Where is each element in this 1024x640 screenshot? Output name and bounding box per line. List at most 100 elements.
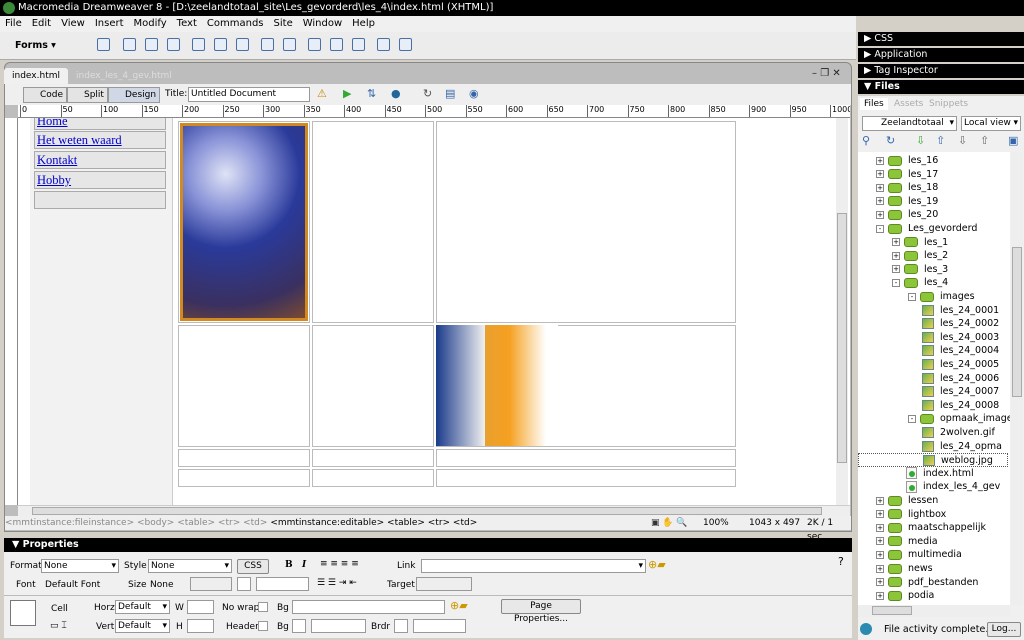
header-checkbox[interactable] [258,621,268,631]
nowrap-checkbox[interactable] [258,602,268,612]
vertical-scrollbar[interactable] [836,118,848,505]
close-icon[interactable]: ✕ [832,68,840,79]
file-tree-item[interactable]: les_24_opma [922,440,1002,454]
table-cell[interactable] [178,449,310,467]
file-tree-item[interactable]: + les_2 [892,249,948,263]
size-select[interactable]: None [150,580,173,590]
expand-icon[interactable]: + [876,183,884,192]
merge-split-cells-icons[interactable]: ▭ ⌶ [50,621,67,631]
select-hand-zoom-tools[interactable]: ▣ ✋ 🔍 [651,516,688,530]
file-tree-item[interactable]: + les_20 [876,208,938,222]
size-unit-select[interactable] [190,577,232,591]
file-tree-item[interactable]: les_24_0005 [922,358,999,372]
tab-snippets[interactable]: Snippets [929,99,968,109]
properties-header[interactable]: ▼ Properties [4,538,852,552]
file-tree-item[interactable]: + media [876,535,938,549]
log-button[interactable]: Log... [987,622,1021,637]
file-tree-item[interactable]: index.html [906,467,974,481]
nav-link-home[interactable]: Home [34,118,166,130]
preview-icon[interactable]: ▶ [343,87,351,100]
expand-icon[interactable]: + [876,550,884,559]
get-files-icon[interactable]: ⇩ [916,134,925,147]
expand-icon[interactable]: + [876,523,884,532]
format-select[interactable]: None [41,559,119,573]
file-tree-item[interactable]: les_24_0002 [922,317,999,331]
list-indent-buttons[interactable]: ☰ ☰ ⇥ ⇤ [317,578,357,588]
menu-file[interactable]: File [0,16,27,32]
border-color-input[interactable] [413,619,466,633]
file-tree-item[interactable]: - opmaak_images [908,412,1010,426]
radio-button-icon[interactable] [214,38,227,51]
file-tree-item[interactable]: + les_1 [892,236,948,250]
file-tree-item[interactable]: + podia [876,589,934,603]
warrior-wolf-image[interactable] [180,123,308,321]
hidden-field-icon[interactable] [145,38,158,51]
expand-icon[interactable]: + [876,578,884,587]
file-tree-item[interactable]: index_les_4_gev [906,480,1000,494]
file-tree-item[interactable]: les_24_0003 [922,331,999,345]
file-tree-item[interactable]: + les_17 [876,168,938,182]
collapse-icon[interactable]: - [876,224,884,233]
height-input[interactable] [187,619,214,633]
file-tree-item[interactable]: + les_19 [876,195,938,209]
table-cell[interactable] [312,449,434,467]
expand-icon[interactable]: + [876,510,884,519]
validate-icon[interactable]: ⚠ [317,87,327,100]
file-tree-item[interactable]: + news [876,562,933,576]
expand-icon[interactable]: + [876,197,884,206]
font-select[interactable]: Default Font [45,580,100,590]
file-tree-item[interactable]: les_24_0001 [922,304,999,318]
file-tree-item[interactable]: les_24_0006 [922,372,999,386]
file-tree-item[interactable]: les_24_0007 [922,385,999,399]
menu-commands[interactable]: Commands [202,16,269,32]
file-tree-item[interactable]: + lightbox [876,508,946,522]
file-tree-item[interactable]: + pdf_bestanden [876,576,978,590]
table-cell[interactable] [178,469,310,487]
expand-icon[interactable]: ▣ [1008,134,1018,147]
tab-index-html[interactable]: index.html [4,68,68,84]
document-title-input[interactable]: Untitled Document [188,87,310,102]
design-view-button[interactable]: Design [108,87,161,103]
file-tree-item[interactable]: - Les_gevorderd [876,222,977,236]
link-input[interactable] [421,559,646,573]
css-button[interactable]: CSS [237,559,269,574]
bg-browse-icon[interactable]: ⊕▰ [450,599,468,612]
menu-edit[interactable]: Edit [27,16,56,32]
collapse-icon[interactable]: - [892,278,900,287]
orange-juice-image[interactable] [436,325,558,446]
expand-icon[interactable]: + [876,156,884,165]
visual-aids-icon[interactable]: ◉ [469,87,479,100]
text-field-icon[interactable] [123,38,136,51]
browser-preview-icon[interactable]: ● [391,87,401,100]
align-buttons[interactable]: ≡ ≡ ≡ ≡ [320,559,359,569]
menu-text[interactable]: Text [172,16,202,32]
bold-button[interactable]: B [285,560,293,570]
file-tree-item[interactable]: + lessen [876,494,938,508]
restore-icon[interactable]: ❐ [820,68,829,79]
file-tree-item[interactable]: + les_18 [876,181,938,195]
expand-icon[interactable]: + [892,251,900,260]
menu-site[interactable]: Site [269,16,298,32]
vert-select[interactable]: Default [115,619,170,633]
table-cell[interactable] [436,469,736,487]
expand-icon[interactable]: + [876,537,884,546]
menu-window[interactable]: Window [298,16,347,32]
file-tree-item[interactable]: + les_16 [876,154,938,168]
collapse-icon[interactable]: - [908,292,916,301]
textarea-icon[interactable] [167,38,180,51]
label-icon[interactable] [377,38,390,51]
browse-folder-icon[interactable]: ⊕▰ [648,558,666,571]
button-icon[interactable] [352,38,365,51]
expand-icon[interactable]: + [876,496,884,505]
target-select[interactable] [416,577,472,591]
expand-icon[interactable]: + [876,210,884,219]
check-out-icon[interactable]: ⇩ [958,134,967,147]
tab-index-les-4-gev[interactable]: index_les_4_gev.html [68,68,180,84]
text-color-picker[interactable] [237,577,251,591]
check-in-icon[interactable]: ⇧ [980,134,989,147]
nav-link-het-weten-waard[interactable]: Het weten waard [34,131,166,149]
expand-icon[interactable]: + [876,170,884,179]
tab-files[interactable]: Files [860,98,888,110]
connect-icon[interactable]: ⚲ [862,134,870,147]
file-tree-item[interactable]: + multimedia [876,548,962,562]
